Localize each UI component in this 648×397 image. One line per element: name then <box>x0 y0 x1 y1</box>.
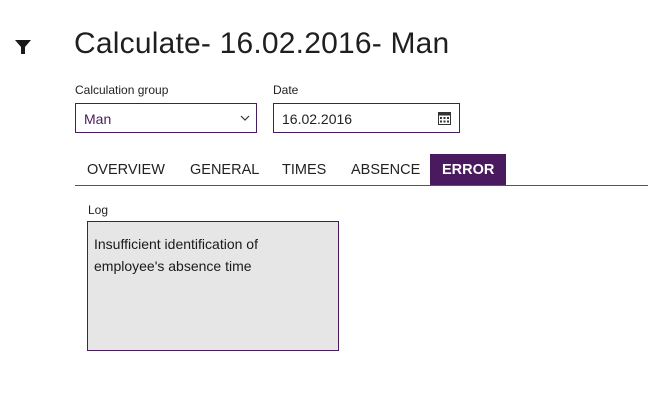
log-textbox[interactable]: Insufficient identification of employee'… <box>87 221 339 351</box>
calculation-group-select[interactable]: Man <box>75 103 257 133</box>
date-value: 16.02.2016 <box>282 111 353 127</box>
calculate-page: Calculate- 16.02.2016- Man Calculation g… <box>0 0 648 397</box>
log-label: Log <box>88 203 109 217</box>
tab-bar: OVERVIEW GENERAL TIMES ABSENCE ERROR <box>75 154 648 186</box>
tab-general[interactable]: GENERAL <box>178 154 271 185</box>
tab-error[interactable]: ERROR <box>430 154 507 185</box>
calendar-icon[interactable] <box>438 112 451 125</box>
calculation-group-label: Calculation group <box>75 83 169 97</box>
chevron-down-icon <box>240 115 250 121</box>
tab-overview[interactable]: OVERVIEW <box>75 154 177 185</box>
tab-absence[interactable]: ABSENCE <box>339 154 432 185</box>
calculation-group-value: Man <box>84 111 112 127</box>
date-field[interactable]: 16.02.2016 <box>273 103 460 133</box>
tab-times[interactable]: TIMES <box>270 154 338 185</box>
date-label: Date <box>273 83 299 97</box>
page-title: Calculate- 16.02.2016- Man <box>74 27 450 60</box>
filter-icon[interactable] <box>15 40 31 54</box>
